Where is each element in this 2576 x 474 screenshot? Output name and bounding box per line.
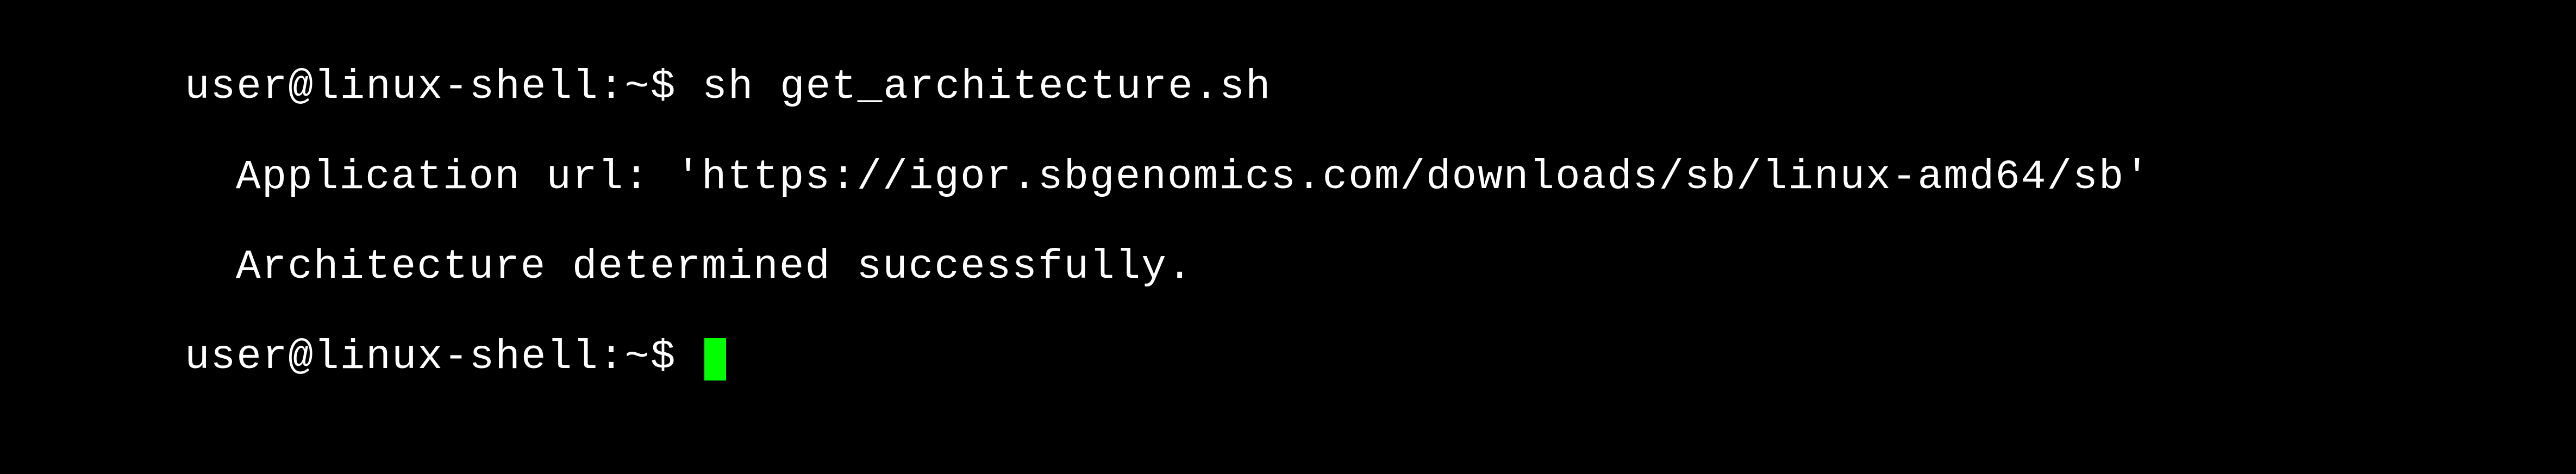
entered-command: sh get_architecture.sh: [702, 64, 1271, 110]
output-text: Architecture determined successfully.: [236, 244, 1193, 290]
output-text: Application url: 'https://igor.sbgenomic…: [236, 154, 2150, 201]
command-line: user@linux-shell:~$ sh get_architecture.…: [185, 54, 2576, 121]
prompt-line[interactable]: user@linux-shell:~$: [185, 325, 2576, 391]
shell-prompt: user@linux-shell:~$: [185, 64, 702, 110]
terminal-window[interactable]: user@linux-shell:~$ sh get_architecture.…: [185, 54, 2576, 390]
shell-prompt: user@linux-shell:~$: [185, 334, 702, 381]
cursor-block: [704, 338, 726, 381]
output-line-2: Architecture determined successfully.: [185, 234, 2576, 301]
output-line-1: Application url: 'https://igor.sbgenomic…: [185, 145, 2576, 211]
